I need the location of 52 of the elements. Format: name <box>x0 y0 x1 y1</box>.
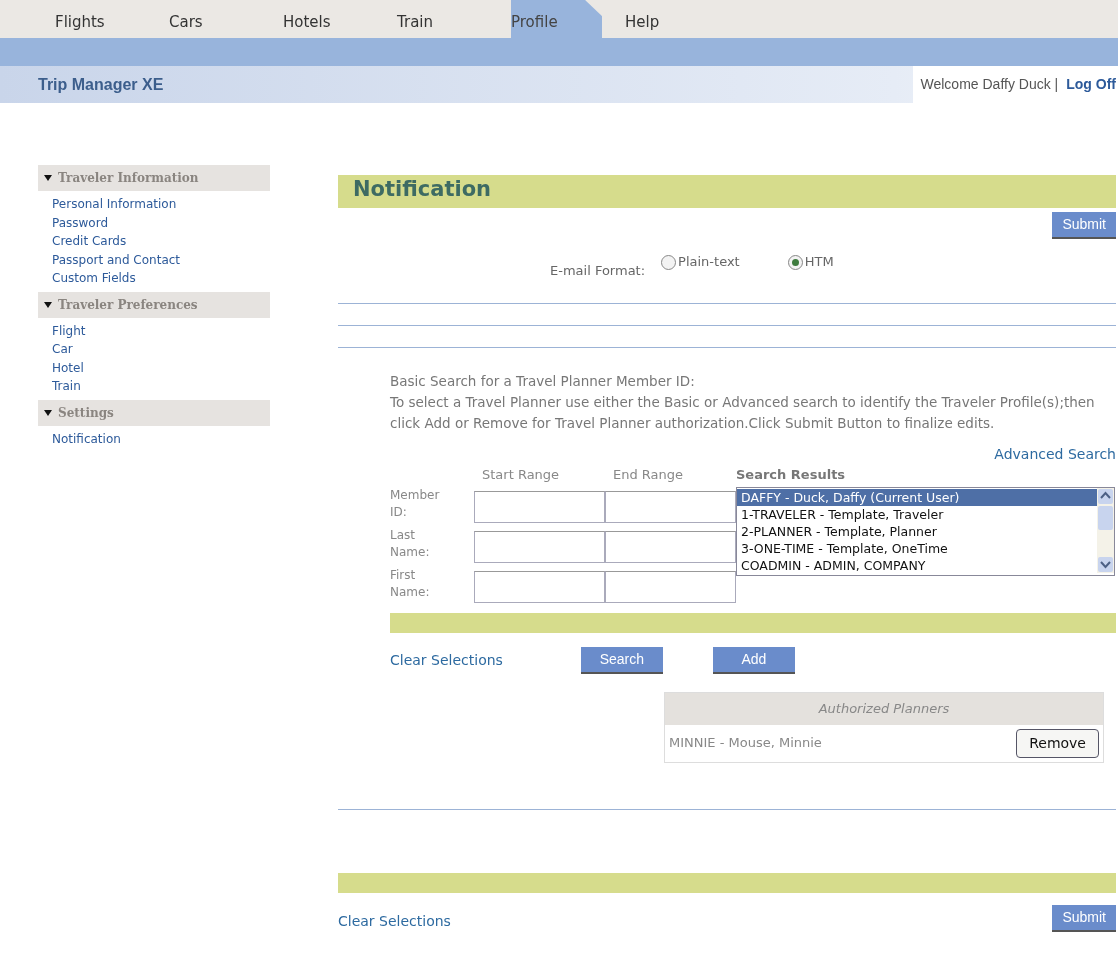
text-input[interactable] <box>605 571 736 603</box>
caret-down-icon <box>44 408 52 417</box>
clear-selections-link[interactable]: Clear Selections <box>338 910 451 932</box>
sidebar-link[interactable]: Custom Fields <box>38 269 136 288</box>
list-option[interactable]: COADMIN - ADMIN, COMPANY <box>737 557 1097 574</box>
column-header: Search Results <box>736 467 846 482</box>
results-listbox[interactable]: DAFFY - Duck, Daffy (Current User) 1-TRAVELER - Template, Traveler 2-PLANNER - Template, Planner 3-ONE-TIME - Template, OneTime COADMIN - ADMIN, COMPANY <box>736 487 1115 576</box>
table-header: Authorized Planners <box>665 693 1103 725</box>
text-input[interactable] <box>605 531 736 563</box>
column-header: Start Range <box>482 467 560 482</box>
planner-name: MINNIE - Mouse, Minnie <box>669 734 822 753</box>
field-label: E-mail Format: <box>550 262 646 281</box>
sidebar-link[interactable]: Credit Cards <box>38 232 127 251</box>
sidebar-link[interactable]: Password <box>38 213 109 232</box>
nav-tab[interactable]: Help <box>625 0 739 38</box>
log-off-link[interactable]: Log Off <box>1066 74 1116 95</box>
instructions-text: To select a Travel Planner use either the Basic or Advanced search to identify the Traveler Profile(s);then click Add or Remove for Travel Planner authorization.Click Submit Button to finalize edits. <box>390 393 1096 433</box>
remove-button[interactable]: Remove <box>1016 728 1099 758</box>
caret-down-icon <box>44 300 52 309</box>
app-title: Trip Manager XE <box>37 74 164 95</box>
advanced-search-link[interactable]: Advanced Search <box>994 444 1116 465</box>
nav-tab[interactable]: Train <box>397 0 511 38</box>
sidebar-link[interactable]: Hotel <box>38 358 84 377</box>
field-label: Member ID: <box>390 487 441 521</box>
radio-option[interactable]: HTM <box>787 252 834 272</box>
field-label: Last Name: <box>390 527 431 561</box>
nav-tab[interactable]: Hotels <box>283 0 397 38</box>
sidebar-link[interactable]: Notification <box>38 429 121 448</box>
field-label: First Name: <box>390 567 431 601</box>
welcome-text: Welcome Daffy Duck | <box>920 75 1059 94</box>
nav-tab[interactable]: Flights <box>55 0 169 38</box>
caret-down-icon <box>44 174 52 182</box>
page-title: Notification <box>338 175 1116 208</box>
sidebar-link[interactable]: Passport and Contact <box>38 250 181 269</box>
radio-option[interactable]: Plain-text <box>661 252 740 272</box>
nav-tab[interactable]: Cars <box>169 0 283 38</box>
search-heading: Basic Search for a Travel Planner Member ID: <box>390 372 696 391</box>
scrollbar-drawing[interactable] <box>1097 488 1114 573</box>
text-input[interactable] <box>474 491 605 523</box>
text-input[interactable] <box>474 571 605 603</box>
text-input[interactable] <box>474 531 605 563</box>
sidebar-link[interactable]: Personal Information <box>38 195 177 214</box>
column-header: End Range <box>613 467 684 482</box>
sidebar-link[interactable]: Train <box>38 377 81 396</box>
sidebar-link[interactable]: Flight <box>38 321 86 340</box>
list-option[interactable]: 1-TRAVELER - Template, Traveler <box>737 506 1097 523</box>
list-option[interactable]: DAFFY - Duck, Daffy (Current User) <box>737 489 1097 506</box>
sidebar-link[interactable]: Car <box>38 340 73 359</box>
list-option[interactable]: 2-PLANNER - Template, Planner <box>737 523 1097 540</box>
clear-selections-link[interactable]: Clear Selections <box>390 650 503 671</box>
text-input[interactable] <box>605 491 736 523</box>
list-option[interactable]: 3-ONE-TIME - Template, OneTime <box>737 540 1097 557</box>
